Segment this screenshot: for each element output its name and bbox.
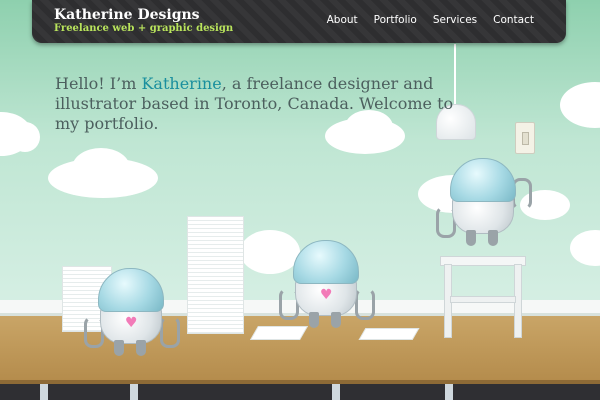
intro-name-highlight: Katherine: [141, 74, 222, 93]
robot-arm: [160, 316, 180, 348]
heart-icon: ♥: [125, 315, 138, 331]
nav-link-contact[interactable]: Contact: [493, 14, 534, 26]
robot-leg: [136, 340, 146, 356]
site-tagline: Freelance web + graphic design: [54, 23, 234, 34]
hero-illustration: ♥ ♥: [0, 0, 600, 400]
site-title[interactable]: Katherine Designs: [54, 7, 200, 23]
nav-link-about[interactable]: About: [327, 14, 358, 26]
footer-bar: [0, 384, 600, 400]
nav-link-services[interactable]: Services: [433, 14, 477, 26]
robot-leg: [488, 230, 498, 246]
heart-icon: ♥: [320, 287, 333, 303]
robot-leg: [309, 312, 319, 328]
main-nav: About Portfolio Services Contact: [327, 14, 534, 26]
robot-leg: [466, 230, 476, 246]
light-switch-icon: [515, 122, 535, 154]
intro-text: Hello! I’m Katherine, a freelance design…: [55, 74, 455, 134]
robot-leg: [331, 312, 341, 328]
intro-greeting: Hello! I’m: [55, 74, 142, 93]
top-navigation-bar: Katherine Designs Freelance web + graphi…: [32, 0, 566, 43]
robot-arm: [355, 288, 375, 320]
nav-link-portfolio[interactable]: Portfolio: [374, 14, 417, 26]
robot-leg: [114, 340, 124, 356]
